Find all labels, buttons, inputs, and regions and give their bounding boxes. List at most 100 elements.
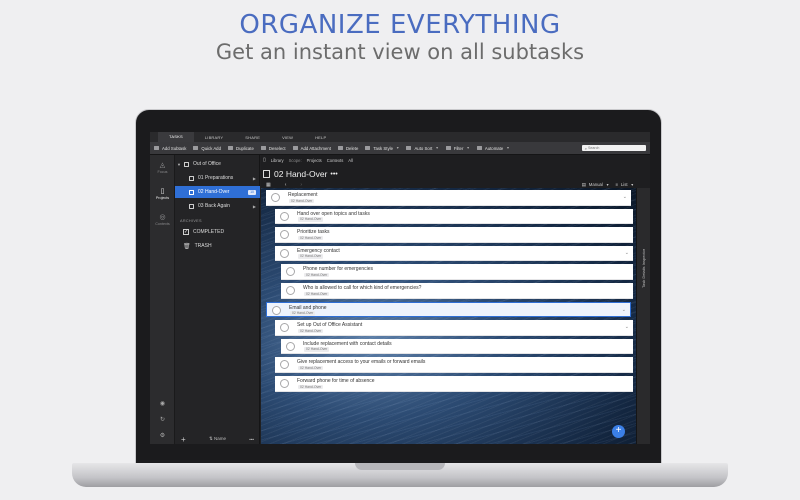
task-checkbox[interactable]	[280, 323, 289, 333]
task-checkbox[interactable]	[280, 230, 289, 240]
task-checkbox[interactable]	[286, 286, 295, 295]
sidebar-item-preparations[interactable]: 01 Preparations ▶	[175, 172, 260, 184]
breadcrumb: ▯ Library Scope: Projects Contexts All	[263, 157, 358, 163]
scope-contexts[interactable]: Contexts	[327, 158, 344, 163]
chevron-down-icon[interactable]: ⌄	[623, 194, 627, 200]
task-row[interactable]: Forward phone for time of absence 02 Hand…	[275, 376, 633, 392]
task-project-tag: 02 Hand-Over	[290, 311, 316, 316]
search-input[interactable]	[582, 145, 646, 151]
task-row[interactable]: Replacement 02 Hand-Over ⌄	[266, 190, 631, 206]
sidebar-parent-project[interactable]: ▼ Out of Office	[175, 158, 260, 170]
menu-tasks[interactable]: TASKS	[158, 132, 194, 142]
task-checkbox[interactable]	[272, 305, 281, 315]
sidebar-item-completed[interactable]: ✓ COMPLETED	[175, 226, 260, 238]
menu-share[interactable]: SHARE	[234, 135, 271, 140]
task-name: Set up Out of Office Assistant	[297, 322, 363, 329]
menu-help[interactable]: HELP	[304, 135, 337, 140]
add-project-button[interactable]: +	[181, 435, 186, 444]
task-project-tag: 02 Hand-Over	[304, 291, 330, 296]
library-icon: ▯	[263, 157, 266, 163]
delete-button[interactable]: Delete	[337, 146, 358, 151]
project-more-button[interactable]: •••	[330, 171, 337, 178]
task-checkbox[interactable]	[280, 379, 289, 388]
layout-select[interactable]: List	[621, 182, 628, 187]
task-name: Hand over open topics and tasks	[297, 210, 370, 217]
rail-projects[interactable]: ▯ Projects	[150, 187, 175, 200]
inspector-panel[interactable]: Task Details Inspector	[636, 188, 650, 444]
task-row[interactable]: Emergency contact 02 Hand-Over ⌄	[275, 245, 633, 262]
task-style-button[interactable]: Task Style ▼	[365, 146, 399, 151]
forward-arrow-icon[interactable]: ›	[300, 182, 302, 188]
sort-mode-select[interactable]: Manual	[589, 182, 603, 187]
duplicate-button[interactable]: Duplicate	[227, 146, 254, 151]
menu-view[interactable]: VIEW	[271, 135, 304, 140]
archives-heading: ARCHIVES	[180, 219, 202, 223]
project-icon	[189, 175, 194, 181]
task-name: Include replacement with contact details	[303, 340, 392, 347]
chevron-down-icon[interactable]: ⌄	[622, 307, 626, 313]
task-project-tag: 02 Hand-Over	[298, 384, 324, 389]
add-attachment-button[interactable]: Add Attachment	[292, 146, 331, 151]
task-checkbox[interactable]	[280, 248, 289, 258]
chevron-down-icon[interactable]: ⌄	[625, 250, 629, 256]
task-checkbox[interactable]	[286, 341, 295, 351]
rail-focus[interactable]: ◬ Focus	[150, 161, 175, 174]
projects-icon: ▯	[160, 188, 165, 195]
task-checkbox[interactable]	[280, 360, 289, 370]
sidebar-item-trash[interactable]: 🗑 TRASH	[175, 240, 260, 252]
quick-add-button[interactable]: Quick Add	[193, 146, 221, 151]
add-subtask-button[interactable]: Add Subtask	[154, 146, 186, 151]
add-task-button[interactable]: +	[612, 425, 625, 438]
breadcrumb-library[interactable]: Library	[271, 158, 284, 163]
add-subtask-icon	[154, 146, 159, 150]
sidebar-item-hand-over[interactable]: 02 Hand-Over 10	[175, 186, 260, 198]
project-icon	[263, 170, 270, 178]
task-name: Prioritize tasks	[297, 229, 330, 236]
task-row[interactable]: Set up Out of Office Assistant 02 Hand-Ov…	[275, 320, 633, 336]
sidebar: ▼ Out of Office 01 Preparations ▶ 02 Han…	[175, 155, 260, 444]
scope-all[interactable]: All	[348, 158, 353, 163]
deselect-button[interactable]: Deselect	[260, 146, 286, 151]
task-checkbox[interactable]	[286, 267, 295, 277]
toolbar: Add Subtask Quick Add Duplicate Deselect…	[150, 142, 650, 155]
account-icon[interactable]: ◉	[150, 400, 175, 407]
settings-icon[interactable]: ⚙	[150, 432, 175, 439]
chevron-down-icon[interactable]: ⌄	[625, 324, 629, 330]
task-checkbox[interactable]	[280, 211, 289, 221]
filter-button[interactable]: Filter ▼	[445, 146, 470, 151]
sidebar-item-back-again[interactable]: 03 Back Again ▶	[175, 200, 260, 212]
laptop-notch	[355, 463, 445, 470]
menu-library[interactable]: LIBRARY	[194, 135, 234, 140]
chevron-right-icon: ▶	[252, 203, 256, 209]
automate-button[interactable]: Automate ▼	[476, 146, 510, 151]
task-style-icon	[365, 146, 371, 150]
back-arrow-icon[interactable]: ‹	[285, 182, 287, 188]
task-row[interactable]: Email and phone 02 Hand-Over ⌄	[266, 301, 631, 318]
task-row[interactable]: Give replacement access to your emails o…	[275, 357, 633, 373]
task-name: Phone number for emergencies	[303, 266, 374, 273]
main-pane: ▯ Library Scope: Projects Contexts All 0…	[261, 155, 650, 444]
task-row[interactable]: Phone number for emergencies 02 Hand-Over	[281, 264, 633, 280]
chevron-down-icon: ▼	[605, 182, 610, 187]
duplicate-icon	[227, 146, 233, 150]
task-row[interactable]: Hand over open topics and tasks 02 Hand-O…	[275, 208, 633, 225]
attachment-icon	[292, 146, 298, 150]
task-row[interactable]: Who is allowed to call for which kind of…	[281, 283, 633, 299]
task-checkbox[interactable]	[271, 193, 280, 202]
chevron-down-icon: ▼	[630, 182, 634, 187]
task-project-tag: 02 Hand-Over	[298, 217, 324, 222]
task-name: Replacement	[288, 192, 318, 198]
sort-name-button[interactable]: ⇅ Name	[209, 436, 226, 442]
sync-icon[interactable]: ↻	[150, 416, 175, 423]
auto-sort-button[interactable]: Auto Sort ▼	[406, 146, 439, 151]
scope-projects[interactable]: Projects	[307, 158, 322, 163]
folder-icon	[183, 161, 189, 167]
task-project-tag: 02 Hand-Over	[298, 328, 324, 334]
contexts-icon: ◎	[159, 214, 166, 221]
task-row[interactable]: Prioritize tasks 02 Hand-Over	[275, 227, 633, 243]
task-row[interactable]: Include replacement with contact details…	[281, 338, 633, 355]
more-button[interactable]: •••	[249, 437, 254, 442]
inspector-label: Task Details Inspector	[641, 248, 646, 288]
grid-icon[interactable]: ▦	[266, 182, 271, 188]
rail-contexts[interactable]: ◎ Contexts	[150, 213, 175, 226]
